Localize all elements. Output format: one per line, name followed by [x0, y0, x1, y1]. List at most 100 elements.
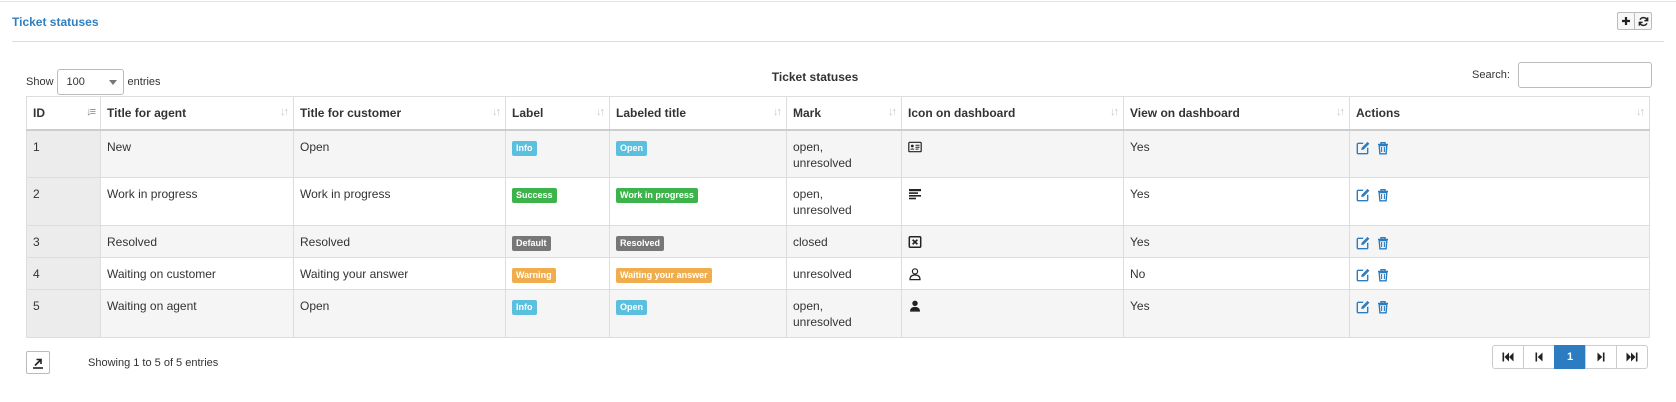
cell-id: 2	[26, 177, 101, 226]
panel-header-buttons	[1617, 12, 1652, 30]
last-page-icon	[1626, 352, 1638, 362]
cell-label: Warning	[505, 257, 610, 290]
table-row: 2 Work in progress Work in progress Succ…	[26, 177, 1650, 226]
cell-labeled-title: Open	[609, 289, 787, 338]
cell-dashboard-icon	[901, 289, 1124, 338]
table-info: Showing 1 to 5 of 5 entries	[88, 357, 219, 369]
cell-id: 5	[26, 289, 101, 338]
entries-select[interactable]: 100	[56, 69, 124, 95]
edit-icon[interactable]	[1356, 268, 1370, 282]
sort-icon: ↓↑	[1110, 106, 1119, 118]
next-page-icon	[1597, 352, 1605, 362]
cell-title-customer: Open	[293, 289, 506, 338]
cell-label: Default	[505, 225, 610, 258]
sort-icon: ↓↑	[1336, 106, 1345, 118]
cell-title-customer: Resolved	[293, 225, 506, 258]
add-status-button[interactable]	[1617, 12, 1635, 30]
sort-asc-icon: ↓≡	[86, 106, 96, 118]
table-header-row: ID ↓≡ Title for agent ↓↑ Title for custome…	[26, 96, 1650, 131]
last-page-button[interactable]	[1616, 345, 1648, 369]
cell-view-on-dashboard: Yes	[1123, 289, 1350, 338]
cell-title-agent: Resolved	[100, 225, 294, 258]
top-border	[0, 1, 1676, 2]
cell-mark: open, unresolved	[786, 129, 902, 178]
trash-icon[interactable]	[1376, 300, 1390, 314]
page-button-current[interactable]: 1	[1554, 345, 1586, 369]
cell-title-agent: Waiting on agent	[100, 289, 294, 338]
cell-title-agent: New	[100, 129, 294, 178]
column-header-actions[interactable]: Actions ↓↑	[1349, 96, 1650, 131]
cell-labeled-title: Resolved	[609, 225, 787, 258]
labeled-title-badge: Work in progress	[616, 188, 698, 203]
labeled-title-badge: Waiting your answer	[616, 268, 712, 283]
table-row: 3 Resolved Resolved Default Resolved clo…	[26, 225, 1650, 258]
pagination: 1	[1492, 345, 1648, 369]
mark-line: unresolved	[793, 155, 852, 170]
trash-icon[interactable]	[1376, 188, 1390, 202]
cell-title-customer: Open	[293, 129, 506, 178]
table-row: 4 Waiting on customer Waiting your answe…	[26, 257, 1650, 290]
next-page-button[interactable]	[1585, 345, 1617, 369]
cell-mark: closed	[786, 225, 902, 258]
column-header-title-agent[interactable]: Title for agent ↓↑	[100, 96, 294, 131]
edit-icon[interactable]	[1356, 188, 1370, 202]
search-control: Search:	[1472, 62, 1652, 88]
cell-labeled-title: Open	[609, 129, 787, 178]
column-header-icon-on-dashboard[interactable]: Icon on dashboard ↓↑	[901, 96, 1124, 131]
column-header-id[interactable]: ID ↓≡	[26, 96, 101, 131]
cell-dashboard-icon	[901, 177, 1124, 226]
column-header-title-customer[interactable]: Title for customer ↓↑	[293, 96, 506, 131]
edit-icon[interactable]	[1356, 236, 1370, 250]
chevron-down-icon	[108, 79, 117, 85]
cell-labeled-title: Work in progress	[609, 177, 787, 226]
cell-title-agent: Waiting on customer	[100, 257, 294, 290]
label-badge: Info	[512, 140, 537, 156]
sort-icon: ↓↑	[280, 106, 289, 118]
cell-actions	[1349, 289, 1650, 338]
cell-mark: open, unresolved	[786, 177, 902, 226]
sort-icon: ↓↑	[1636, 106, 1645, 118]
sort-icon: ↓↑	[596, 106, 605, 118]
cell-mark: open, unresolved	[786, 289, 902, 338]
trash-icon[interactable]	[1376, 268, 1390, 282]
refresh-button[interactable]	[1634, 12, 1652, 30]
search-input[interactable]	[1517, 62, 1652, 88]
cell-dashboard-icon	[901, 225, 1124, 258]
column-header-view-on-dashboard[interactable]: View on dashboard ↓↑	[1123, 96, 1350, 131]
mark-line: unresolved	[793, 315, 852, 329]
cell-mark: unresolved	[786, 257, 902, 290]
previous-page-button[interactable]	[1523, 345, 1555, 369]
label-badge: Info	[512, 300, 537, 315]
mark-line: open,	[793, 139, 824, 154]
cell-view-on-dashboard: No	[1123, 257, 1350, 290]
entries-label: entries	[127, 76, 161, 88]
table-caption: Ticket statuses	[771, 70, 859, 84]
cell-actions	[1349, 129, 1650, 178]
export-icon	[33, 358, 43, 369]
column-header-mark[interactable]: Mark ↓↑	[786, 96, 902, 131]
cell-view-on-dashboard: Yes	[1123, 177, 1350, 226]
refresh-icon	[1638, 16, 1648, 26]
sort-icon: ↓↑	[492, 106, 501, 118]
sort-icon: ↓↑	[888, 106, 897, 118]
mark-line: open,	[793, 187, 824, 201]
cell-id: 1	[26, 129, 101, 178]
edit-icon[interactable]	[1356, 300, 1370, 314]
edit-icon[interactable]	[1356, 141, 1370, 155]
cell-id: 3	[26, 225, 101, 258]
trash-icon[interactable]	[1376, 141, 1390, 155]
cell-label: Info	[505, 129, 610, 178]
trash-icon[interactable]	[1376, 236, 1390, 250]
column-header-labeled-title[interactable]: Labeled title ↓↑	[609, 96, 787, 131]
cell-actions	[1349, 225, 1650, 258]
cell-view-on-dashboard: Yes	[1123, 129, 1350, 178]
cell-view-on-dashboard: Yes	[1123, 225, 1350, 258]
column-header-label[interactable]: Label ↓↑	[505, 96, 610, 131]
id-card-icon	[908, 141, 922, 152]
first-page-button[interactable]	[1492, 345, 1524, 369]
panel-divider	[12, 41, 1664, 42]
length-control: Show 100 entries	[26, 69, 161, 95]
labeled-title-badge: Resolved	[616, 236, 665, 251]
export-button[interactable]	[26, 351, 50, 374]
close-box-icon	[908, 236, 922, 248]
